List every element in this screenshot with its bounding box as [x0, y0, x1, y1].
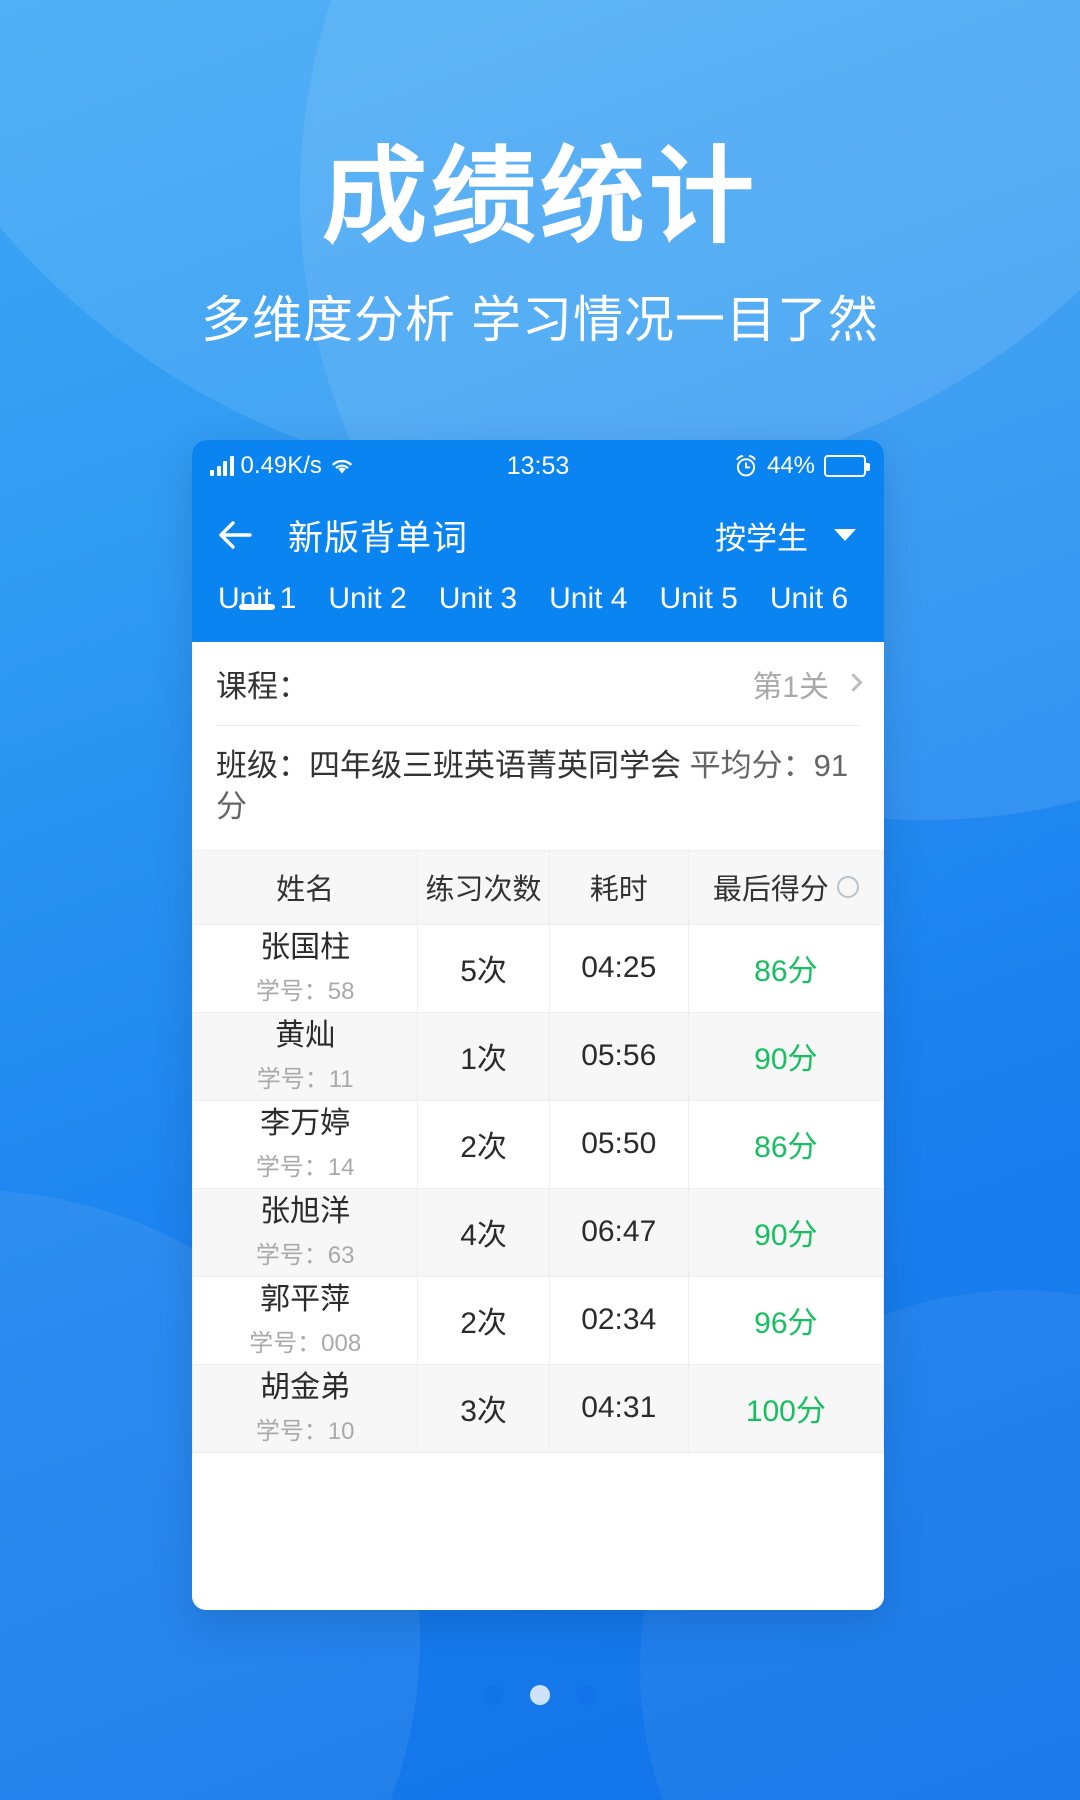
cell-student: 张旭洋学号：63 — [192, 1187, 419, 1277]
cell-student: 黄灿学号：11 — [192, 1011, 419, 1101]
cell-practice-times: 5次 — [417, 923, 550, 1013]
status-bar-right: 44% — [734, 452, 870, 480]
student-name: 张旭洋 — [260, 1195, 351, 1229]
cell-practice-times: 2次 — [417, 1275, 550, 1365]
cell-practice-times: 3次 — [417, 1363, 550, 1453]
unit-tabs[interactable]: Unit 1 Unit 2 Unit 3 Unit 4 Unit 5 Unit 6 — [192, 578, 884, 642]
column-header-duration: 耗时 — [548, 849, 689, 925]
student-name: 黄灿 — [275, 1019, 336, 1053]
cell-duration: 05:56 — [548, 1011, 689, 1101]
table-row[interactable]: 张旭洋 学号：63 4次 06:47 90分 — [192, 1187, 884, 1277]
page-title: 新版背单词 — [288, 518, 469, 558]
student-id: 学号：10 — [255, 1417, 355, 1445]
tab-unit-3[interactable]: Unit 3 — [423, 578, 533, 616]
student-id: 学号：14 — [255, 1153, 355, 1181]
tab-label: Unit 2 — [328, 582, 407, 615]
tab-unit-4[interactable]: Unit 4 — [533, 578, 643, 616]
student-name: 张国柱 — [260, 931, 351, 965]
back-arrow-icon[interactable] — [214, 513, 258, 557]
info-block: 课程： 第1关 班级：四年级三班英语菁英同学会 平均分：91分 — [192, 642, 884, 850]
tab-label: Unit 3 — [438, 582, 518, 615]
cell-student: 张国柱学号：58 — [192, 923, 419, 1013]
column-header-score-label: 最后得分 — [712, 874, 829, 907]
cell-final-score: 86分 — [687, 1099, 884, 1189]
promo-subtitle: 多维度分析 学习情况一目了然 — [201, 292, 879, 348]
content-sheet: 课程： 第1关 班级：四年级三班英语菁英同学会 平均分：91分 姓名 练习次数 … — [192, 642, 884, 1610]
sort-circle-icon[interactable] — [836, 876, 859, 899]
cell-final-score: 90分 — [687, 1011, 884, 1101]
student-name: 郭平萍 — [260, 1283, 351, 1317]
class-summary-row: 班级：四年级三班英语菁英同学会 平均分：91分 — [216, 726, 860, 850]
student-name: 胡金弟 — [260, 1371, 351, 1405]
cell-duration: 02:34 — [548, 1275, 689, 1365]
table-row[interactable]: 郭平萍 学号：008 2次 02:34 96分 — [192, 1275, 884, 1365]
cell-practice-times: 1次 — [417, 1011, 550, 1101]
tab-unit-6[interactable]: Unit 6 — [754, 578, 864, 616]
tab-label: Unit 5 — [659, 582, 738, 615]
chevron-down-icon — [834, 529, 856, 541]
tab-unit-5[interactable]: Unit 5 — [644, 578, 754, 616]
promo-screen: 成绩统计 多维度分析 学习情况一目了然 0.49K/s 13:53 44% 新版… — [0, 0, 1080, 1800]
filter-dropdown-label: 按学生 — [715, 520, 808, 556]
tab-unit-1[interactable]: Unit 1 — [202, 578, 312, 616]
tab-label: Unit 6 — [769, 582, 849, 615]
pager-dot-2[interactable] — [530, 1685, 550, 1705]
phone-mockup: 0.49K/s 13:53 44% 新版背单词 按学生 Unit 1 Unit … — [192, 440, 884, 1610]
cell-student: 胡金弟学号：10 — [192, 1363, 419, 1453]
tab-label: Unit 4 — [549, 582, 628, 615]
cell-practice-times: 2次 — [417, 1099, 550, 1189]
table-row[interactable]: 黄灿 学号：11 1次 05:56 90分 — [192, 1011, 884, 1101]
alarm-clock-icon — [734, 454, 758, 478]
cell-duration: 06:47 — [548, 1187, 689, 1277]
course-selector-row[interactable]: 课程： 第1关 — [216, 642, 863, 726]
battery-percent-label: 44% — [766, 452, 815, 479]
pager-dots[interactable] — [0, 1685, 1080, 1705]
cell-duration: 04:25 — [548, 923, 689, 1013]
filter-dropdown[interactable]: 按学生 — [715, 513, 862, 558]
pager-dot-3[interactable] — [576, 1685, 596, 1705]
course-value: 第1关 — [752, 662, 863, 706]
tab-unit-2[interactable]: Unit 2 — [312, 578, 422, 616]
status-bar: 0.49K/s 13:53 44% — [192, 440, 884, 492]
cell-duration: 04:31 — [548, 1363, 689, 1453]
table-row[interactable]: 张国柱 学号：58 5次 04:25 86分 — [192, 923, 884, 1013]
column-header-score[interactable]: 最后得分 — [687, 849, 884, 925]
column-header-times: 练习次数 — [417, 849, 550, 925]
course-label: 课程： — [216, 669, 309, 704]
table-header-row: 姓名 练习次数 耗时 最后得分 — [192, 849, 884, 925]
column-header-name: 姓名 — [192, 849, 419, 925]
cell-final-score: 96分 — [687, 1275, 884, 1365]
table-row[interactable]: 胡金弟 学号：10 3次 04:31 100分 — [192, 1363, 884, 1453]
cell-final-score: 90分 — [687, 1187, 884, 1277]
cell-student: 李万婷学号：14 — [192, 1099, 419, 1189]
battery-icon — [824, 455, 870, 477]
student-id: 学号：63 — [255, 1241, 355, 1269]
table-row[interactable]: 李万婷 学号：14 2次 05:50 86分 — [192, 1099, 884, 1189]
promo-title: 成绩统计 — [321, 139, 758, 256]
tab-active-underline — [239, 604, 276, 610]
pager-dot-1[interactable] — [484, 1685, 504, 1705]
student-name: 李万婷 — [260, 1107, 351, 1141]
cell-duration: 05:50 — [548, 1099, 689, 1189]
grades-table: 姓名 练习次数 耗时 最后得分 张国柱 学号：58 5次 04:25 86分 黄灿 学号：1… — [192, 849, 884, 1453]
student-id: 学号：11 — [256, 1065, 354, 1093]
cell-student: 郭平萍学号：008 — [192, 1275, 419, 1365]
cell-final-score: 100分 — [687, 1363, 884, 1453]
app-bar: 新版背单词 按学生 — [192, 492, 884, 578]
tab-label: Unit 1 — [218, 582, 297, 615]
student-id: 学号：58 — [255, 977, 355, 1005]
class-name-label: 班级：四年级三班英语菁英同学会 — [216, 748, 681, 783]
course-value-label: 第1关 — [752, 670, 829, 704]
chevron-right-icon — [844, 673, 863, 692]
student-id: 学号：008 — [249, 1329, 362, 1357]
cell-practice-times: 4次 — [417, 1187, 550, 1277]
cell-final-score: 86分 — [687, 923, 884, 1013]
